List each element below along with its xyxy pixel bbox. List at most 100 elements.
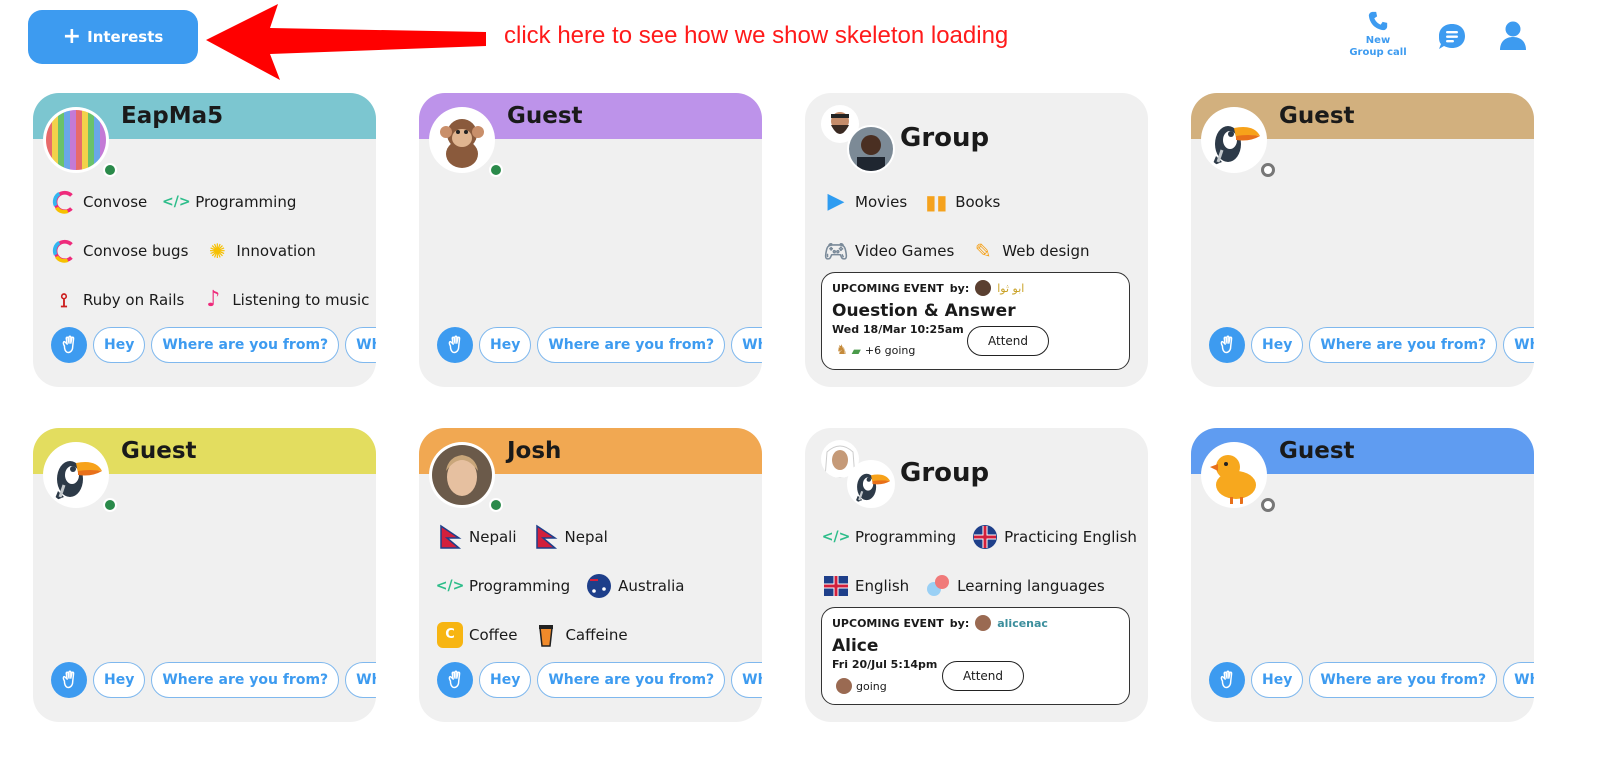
user-icon[interactable] bbox=[1498, 20, 1528, 52]
avatar[interactable] bbox=[429, 107, 503, 177]
event-title: Alice bbox=[832, 636, 879, 656]
interest-tag[interactable]: C Coffee bbox=[437, 621, 517, 648]
interest-tag[interactable]: English bbox=[823, 573, 909, 599]
user-card[interactable]: EapMa5 Convose </> Programming Convose bu… bbox=[33, 93, 376, 387]
avatar-image bbox=[1204, 445, 1264, 505]
user-card[interactable]: Guest Hey Where are you from? What do bbox=[33, 428, 376, 722]
event-going: ♞ ▰ +6 going bbox=[836, 343, 915, 358]
interest-tags: ▶ Movies ▮▮ Books 🎮︎ Video Games ✎ Web desig… bbox=[823, 177, 1143, 275]
event-label: UPCOMING EVENT bbox=[832, 616, 944, 630]
tag-label: English bbox=[855, 576, 910, 595]
interest-tag[interactable]: Caffeine bbox=[533, 622, 628, 648]
rails-icon: ⟟ bbox=[60, 287, 68, 312]
group-member-avatar bbox=[847, 460, 895, 508]
tag-label: Innovation bbox=[236, 241, 316, 260]
top-bar: + Interests click here to see how we sho… bbox=[0, 0, 1600, 80]
interest-tag[interactable]: Convose bbox=[51, 189, 147, 215]
wave-button[interactable] bbox=[1209, 327, 1245, 363]
avatar[interactable] bbox=[43, 107, 117, 177]
tag-label: Video Games bbox=[855, 241, 955, 260]
annotation-arrow-icon bbox=[206, 4, 486, 80]
avatar[interactable] bbox=[43, 442, 117, 512]
card-name: Group bbox=[900, 458, 990, 488]
interest-tag[interactable]: Nepali bbox=[437, 524, 517, 550]
interest-tag[interactable]: ▮▮ Books bbox=[923, 189, 1000, 215]
chip-where-from[interactable]: Where are you from? bbox=[537, 327, 726, 363]
group-card[interactable]: Group ▶ Movies ▮▮ Books 🎮︎ Video Games ✎ Web… bbox=[805, 93, 1148, 387]
chip-hey[interactable]: Hey bbox=[1251, 327, 1304, 363]
user-card[interactable]: Josh Nepali Nepal </> Programming Austral… bbox=[419, 428, 762, 722]
chip-hey[interactable]: Hey bbox=[93, 662, 146, 698]
interest-tag[interactable]: ✺ Innovation bbox=[204, 238, 316, 264]
host-avatar bbox=[975, 615, 992, 631]
interests-button[interactable]: + Interests bbox=[28, 10, 198, 64]
interest-tag[interactable]: Learning languages bbox=[925, 573, 1105, 599]
user-card[interactable]: Guest Hey Where are you from? What do bbox=[419, 93, 762, 387]
chat-icon[interactable] bbox=[1437, 22, 1467, 52]
user-card[interactable]: Guest Hey Where are you from? What do bbox=[1191, 93, 1534, 387]
interest-tag[interactable]: ⟟ Ruby on Rails bbox=[51, 287, 184, 313]
group-card[interactable]: Group </> Programming Practicing English … bbox=[805, 428, 1148, 722]
chip-where-from[interactable]: Where are you from? bbox=[151, 662, 340, 698]
chip-what-do[interactable]: What do bbox=[731, 327, 762, 363]
book-icon: ▮▮ bbox=[925, 189, 948, 214]
wave-button[interactable] bbox=[437, 327, 473, 363]
tag-label: Convose bugs bbox=[83, 241, 189, 260]
event-host[interactable]: ابو ثوا bbox=[997, 282, 1024, 295]
interest-tag[interactable]: Australia bbox=[586, 573, 684, 599]
avatar[interactable] bbox=[1201, 442, 1275, 512]
online-status-dot bbox=[489, 498, 503, 512]
attend-button[interactable]: Attend bbox=[942, 661, 1024, 691]
avatar[interactable] bbox=[1201, 107, 1275, 177]
chip-hey[interactable]: Hey bbox=[93, 327, 146, 363]
chip-hey[interactable]: Hey bbox=[1251, 662, 1304, 698]
interest-tag[interactable]: Practicing English bbox=[972, 524, 1137, 550]
wave-hand-icon bbox=[58, 669, 80, 691]
chip-hey[interactable]: Hey bbox=[479, 327, 532, 363]
interest-tag[interactable]: ▶ Movies bbox=[823, 189, 908, 215]
event-host[interactable]: alicenac bbox=[997, 617, 1048, 630]
interest-tag[interactable]: ✎ Web design bbox=[970, 238, 1090, 264]
wave-button[interactable] bbox=[1209, 662, 1245, 698]
interest-tag[interactable]: </> Programming bbox=[162, 189, 297, 215]
tag-label: Learning languages bbox=[957, 576, 1105, 595]
wave-hand-icon bbox=[444, 334, 466, 356]
interest-tag[interactable]: Nepal bbox=[533, 524, 608, 550]
interest-tag[interactable]: ♪ Listening to music bbox=[200, 287, 369, 313]
wave-button[interactable] bbox=[437, 662, 473, 698]
tag-label: Programming bbox=[469, 576, 571, 595]
chip-what-do[interactable]: What do bbox=[345, 327, 376, 363]
toucan-icon bbox=[849, 462, 893, 506]
event-by: by: bbox=[949, 616, 970, 630]
chip-what-do[interactable]: What do bbox=[1503, 662, 1534, 698]
interest-tag[interactable]: </> Programming bbox=[822, 524, 956, 550]
tag-label: Programming bbox=[195, 192, 297, 211]
wave-hand-icon bbox=[1216, 669, 1238, 691]
chip-what-do[interactable]: What do bbox=[1503, 327, 1534, 363]
chip-what-do[interactable]: What do bbox=[345, 662, 376, 698]
interest-tag[interactable]: 🎮︎ Video Games bbox=[823, 238, 954, 264]
wave-button[interactable] bbox=[51, 662, 87, 698]
wave-button[interactable] bbox=[51, 327, 87, 363]
tag-label: Movies bbox=[855, 192, 908, 211]
attend-button[interactable]: Attend bbox=[967, 326, 1049, 356]
chip-hey[interactable]: Hey bbox=[479, 662, 532, 698]
chip-where-from[interactable]: Where are you from? bbox=[537, 662, 726, 698]
chip-where-from[interactable]: Where are you from? bbox=[1309, 662, 1498, 698]
interest-tags: Nepali Nepal </> Programming Australia CC… bbox=[436, 512, 757, 659]
upcoming-event[interactable]: UPCOMING EVENT by: alicenac Alice Fri 20… bbox=[821, 607, 1130, 705]
chip-where-from[interactable]: Where are you from? bbox=[151, 327, 340, 363]
chip-what-do[interactable]: What do bbox=[731, 662, 762, 698]
interest-tag[interactable]: </> Programming bbox=[436, 573, 571, 599]
interest-tag[interactable]: Convose bugs bbox=[51, 238, 188, 264]
interest-tags: Convose </> Programming Convose bugs ✺ Inn… bbox=[51, 177, 371, 324]
upcoming-event[interactable]: UPCOMING EVENT by: ابو ثوا Ouestion & An… bbox=[821, 272, 1130, 370]
event-going-label: +6 going bbox=[864, 344, 916, 357]
tank-icon: ▰ bbox=[851, 343, 861, 358]
chip-where-from[interactable]: Where are you from? bbox=[1309, 327, 1498, 363]
wave-hand-icon bbox=[444, 669, 466, 691]
new-group-call-button[interactable]: New Group call bbox=[1346, 10, 1410, 59]
avatar[interactable] bbox=[429, 442, 503, 512]
user-card[interactable]: Guest Hey Where are you from? What do bbox=[1191, 428, 1534, 722]
play-icon: ▶ bbox=[827, 189, 845, 214]
